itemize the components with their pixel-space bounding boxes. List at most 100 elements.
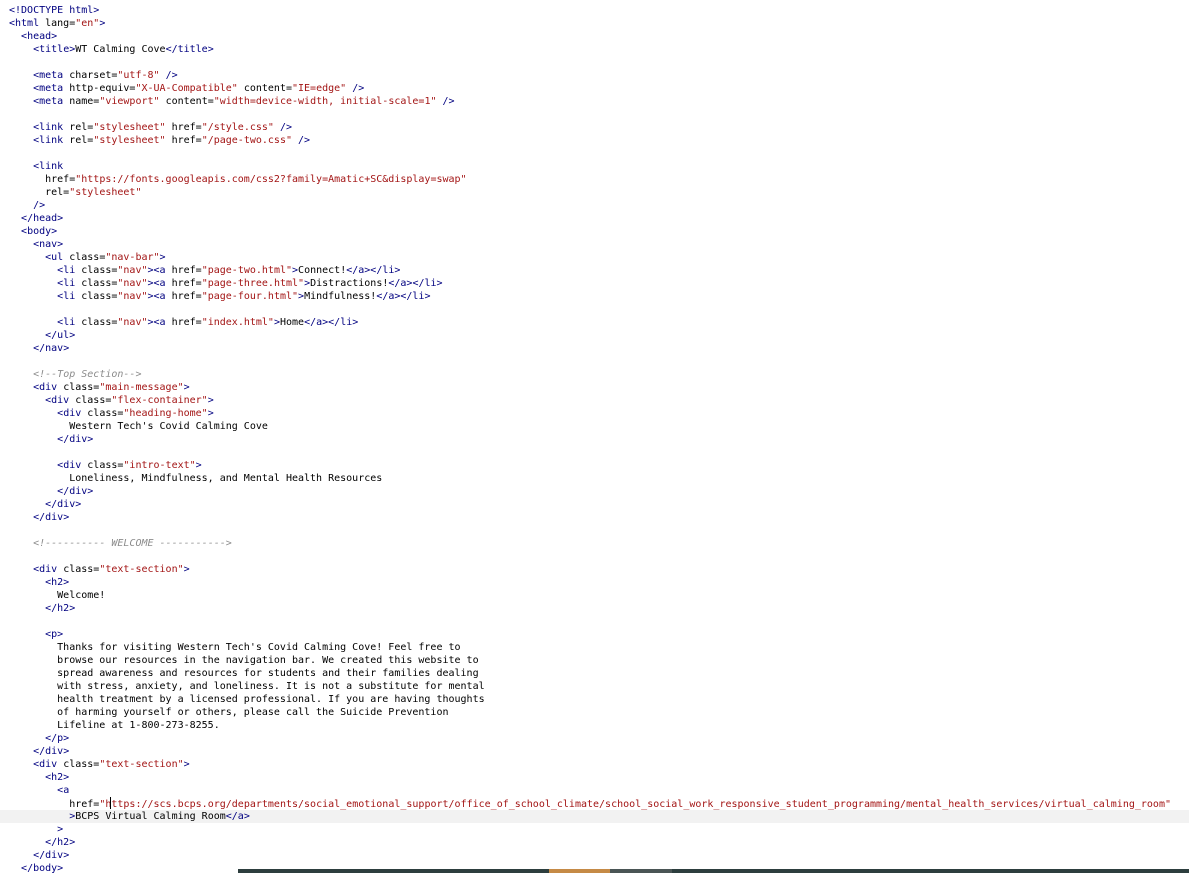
code-line[interactable]: <nav> xyxy=(9,238,1171,251)
code-token: <!--Top Section--> xyxy=(33,369,142,380)
code-line[interactable]: <a xyxy=(9,784,1171,797)
code-line[interactable] xyxy=(9,355,1171,368)
code-line[interactable]: <body> xyxy=(9,225,1171,238)
code-line[interactable]: Lifeline at 1-800-273-8255. xyxy=(9,719,1171,732)
code-line[interactable]: >BCPS Virtual Calming Room</a> xyxy=(0,810,1189,823)
code-line[interactable]: <title>WT Calming Cove</title> xyxy=(9,43,1171,56)
code-area[interactable]: <!DOCTYPE html> <html lang="en"> <head> <… xyxy=(0,4,1189,873)
code-line[interactable]: > xyxy=(9,823,1171,836)
code-token: <div xyxy=(33,564,64,575)
code-token: "https://fonts.googleapis.com/css2?famil… xyxy=(75,174,467,185)
code-line[interactable]: </p> xyxy=(9,732,1171,745)
code-token: <link xyxy=(33,122,70,133)
code-token: http-equiv= xyxy=(69,83,136,94)
code-token: Welcome! xyxy=(9,590,106,601)
code-token: WT Calming Cove xyxy=(75,44,166,55)
code-token: <html xyxy=(9,18,46,29)
code-line[interactable]: spread awareness and resources for stude… xyxy=(9,667,1171,680)
code-token: content= xyxy=(159,96,214,107)
code-token: class= xyxy=(87,408,124,419)
code-line[interactable]: browse our resources in the navigation b… xyxy=(9,654,1171,667)
code-line[interactable]: <div class="flex-container"> xyxy=(9,394,1171,407)
code-line[interactable]: <li class="nav"><a href="page-four.html"… xyxy=(9,290,1171,303)
code-token: "flex-container" xyxy=(111,395,208,406)
code-line[interactable]: </div> xyxy=(9,745,1171,758)
code-line[interactable]: <div class="text-section"> xyxy=(9,758,1171,771)
code-line[interactable]: of harming yourself or others, please ca… xyxy=(9,706,1171,719)
code-line[interactable]: Western Tech's Covid Calming Cove xyxy=(9,420,1171,433)
code-line[interactable] xyxy=(9,108,1171,121)
code-line[interactable]: <meta charset="utf-8" /> xyxy=(9,69,1171,82)
code-line[interactable]: <div class="intro-text"> xyxy=(9,459,1171,472)
code-token: "text-section" xyxy=(99,564,184,575)
code-line[interactable]: <link xyxy=(9,160,1171,173)
code-line[interactable] xyxy=(9,147,1171,160)
code-line[interactable]: </div> xyxy=(9,433,1171,446)
code-line[interactable]: </div> xyxy=(9,849,1171,862)
code-token: > xyxy=(195,460,202,471)
code-line[interactable]: <div class="text-section"> xyxy=(9,563,1171,576)
code-line[interactable]: <link rel="stylesheet" href="/page-two.c… xyxy=(9,134,1171,147)
code-line[interactable]: <meta name="viewport" content="width=dev… xyxy=(9,95,1171,108)
code-token: <link xyxy=(33,161,64,172)
code-line[interactable]: with stress, anxiety, and loneliness. It… xyxy=(9,680,1171,693)
code-token: "stylesheet" xyxy=(93,135,166,146)
code-editor[interactable]: <!DOCTYPE html> <html lang="en"> <head> <… xyxy=(0,0,1189,873)
code-line[interactable]: </h2> xyxy=(9,602,1171,615)
code-line[interactable]: <!---------- WELCOME -----------> xyxy=(9,537,1171,550)
code-line[interactable]: Welcome! xyxy=(9,589,1171,602)
code-line[interactable]: <div class="main-message"> xyxy=(9,381,1171,394)
code-line[interactable] xyxy=(9,615,1171,628)
code-line[interactable]: </h2> xyxy=(9,836,1171,849)
code-line[interactable] xyxy=(9,56,1171,69)
code-line[interactable]: <link rel="stylesheet" href="/style.css"… xyxy=(9,121,1171,134)
code-token: <ul xyxy=(45,252,70,263)
code-line[interactable]: <html lang="en"> xyxy=(9,17,1171,30)
code-line[interactable] xyxy=(9,446,1171,459)
code-token: <meta xyxy=(33,83,70,94)
code-line[interactable]: </div> xyxy=(9,511,1171,524)
code-line[interactable]: href="https://scs.bcps.org/departments/s… xyxy=(9,797,1171,810)
code-token: ><a xyxy=(147,317,172,328)
code-line[interactable]: </div> xyxy=(9,485,1171,498)
code-token: rel= xyxy=(45,187,70,198)
code-line[interactable]: </head> xyxy=(9,212,1171,225)
code-line[interactable]: /> xyxy=(9,199,1171,212)
code-line[interactable]: health treatment by a licensed professio… xyxy=(9,693,1171,706)
code-token: "utf-8" xyxy=(117,70,160,81)
code-line[interactable]: <h2> xyxy=(9,771,1171,784)
code-line[interactable]: <div class="heading-home"> xyxy=(9,407,1171,420)
code-token: rel= xyxy=(69,122,94,133)
code-line[interactable]: <h2> xyxy=(9,576,1171,589)
code-line[interactable]: <ul class="nav-bar"> xyxy=(9,251,1171,264)
code-token: class= xyxy=(87,460,124,471)
code-line[interactable] xyxy=(9,524,1171,537)
code-line[interactable]: <p> xyxy=(9,628,1171,641)
code-line[interactable]: Loneliness, Mindfulness, and Mental Heal… xyxy=(9,472,1171,485)
code-line[interactable]: </div> xyxy=(9,498,1171,511)
code-line[interactable]: <li class="nav"><a href="page-three.html… xyxy=(9,277,1171,290)
code-line[interactable]: <meta http-equiv="X-UA-Compatible" conte… xyxy=(9,82,1171,95)
code-line[interactable]: <!DOCTYPE html> xyxy=(9,4,1171,17)
code-token: "index.html" xyxy=(201,317,274,328)
code-line[interactable] xyxy=(9,303,1171,316)
code-line[interactable] xyxy=(9,550,1171,563)
code-line[interactable]: </ul> xyxy=(9,329,1171,342)
code-line[interactable]: <li class="nav"><a href="index.html">Hom… xyxy=(9,316,1171,329)
code-line[interactable]: </nav> xyxy=(9,342,1171,355)
code-line[interactable]: <!--Top Section--> xyxy=(9,368,1171,381)
code-line[interactable]: <li class="nav"><a href="page-two.html">… xyxy=(9,264,1171,277)
code-line[interactable]: href="https://fonts.googleapis.com/css2?… xyxy=(9,173,1171,186)
code-line[interactable]: Thanks for visiting Western Tech's Covid… xyxy=(9,641,1171,654)
code-line[interactable]: rel="stylesheet" xyxy=(9,186,1171,199)
code-line[interactable]: <head> xyxy=(9,30,1171,43)
